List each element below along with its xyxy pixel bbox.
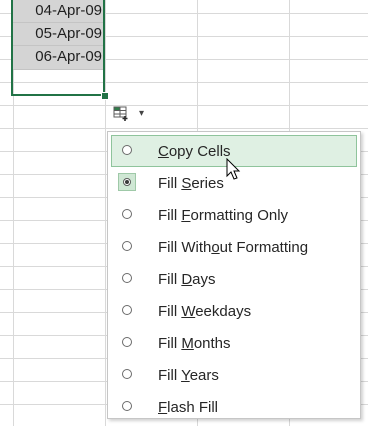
menu-item-label: Fill Months — [158, 334, 231, 352]
autofill-options-button[interactable]: ▾ — [107, 100, 159, 128]
menu-item-label: Fill Days — [158, 270, 216, 288]
menu-item-label: Fill Series — [158, 174, 224, 192]
menu-item-fill-without-formatting[interactable]: Fill Without Formatting — [111, 231, 357, 263]
chevron-down-icon: ▾ — [139, 108, 145, 119]
autofill-options-menu: Copy Cells Fill Series Fill Formatting O… — [107, 131, 361, 419]
radio-icon — [122, 401, 132, 411]
spreadsheet-grid[interactable]: 04-Apr-09 05-Apr-09 06-Apr-09 ▾ Copy Cel… — [0, 0, 368, 426]
menu-item-fill-months[interactable]: Fill Months — [111, 327, 357, 359]
menu-item-label: Copy Cells — [158, 142, 231, 160]
radio-icon — [122, 273, 132, 283]
radio-icon — [122, 369, 132, 379]
fill-handle[interactable] — [101, 92, 109, 100]
cell-date-1[interactable]: 04-Apr-09 — [12, 0, 104, 23]
menu-item-flash-fill[interactable]: Flash Fill — [111, 391, 357, 423]
menu-item-fill-years[interactable]: Fill Years — [111, 359, 357, 391]
cell-date-2[interactable]: 05-Apr-09 — [12, 23, 104, 46]
menu-item-label: Fill Without Formatting — [158, 238, 309, 256]
radio-icon — [122, 145, 132, 155]
radio-icon — [122, 305, 132, 315]
cell-date-3[interactable]: 06-Apr-09 — [12, 46, 104, 70]
radio-icon — [122, 241, 132, 251]
menu-item-fill-days[interactable]: Fill Days — [111, 263, 357, 295]
menu-item-copy-cells[interactable]: Copy Cells — [111, 135, 357, 167]
menu-item-label: Fill Years — [158, 366, 219, 384]
menu-item-label: Flash Fill — [158, 398, 219, 416]
menu-item-fill-weekdays[interactable]: Fill Weekdays — [111, 295, 357, 327]
menu-item-fill-formatting-only[interactable]: Fill Formatting Only — [111, 199, 357, 231]
radio-icon — [122, 209, 132, 219]
radio-selected-icon — [118, 173, 136, 191]
menu-item-label: Fill Formatting Only — [158, 206, 289, 224]
autofill-options-icon — [113, 106, 128, 121]
cell-empty-selected[interactable] — [12, 70, 104, 94]
radio-icon — [122, 337, 132, 347]
menu-item-label: Fill Weekdays — [158, 302, 252, 320]
menu-item-fill-series[interactable]: Fill Series — [111, 167, 357, 199]
